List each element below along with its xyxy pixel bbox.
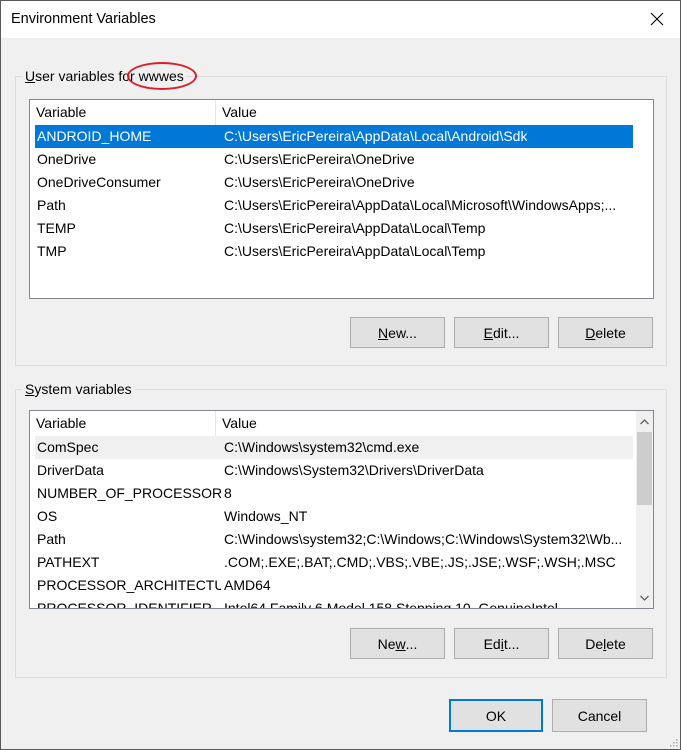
variable-value-cell: Intel64 Family 6 Model 158 Stepping 10, …	[224, 600, 558, 609]
variable-name-cell: PROCESSOR_ARCHITECTU...	[37, 577, 221, 593]
list-row[interactable]: PROCESSOR_IDENTIFIER Intel64 Family 6 Mod…	[35, 597, 633, 609]
button-text: t...	[503, 635, 520, 652]
list-row[interactable]: PROCESSOR_ARCHITECTU... AMD64	[35, 574, 633, 597]
user-variables-label: User variables for wwwes	[22, 62, 197, 90]
column-header-variable[interactable]: Variable	[30, 100, 216, 125]
variable-name-cell: Path	[37, 531, 66, 547]
mnemonic: D	[585, 324, 596, 341]
chevron-down-icon	[640, 595, 649, 601]
variable-name-cell: Path	[37, 197, 66, 213]
variable-value-cell: .COM;.EXE;.BAT;.CMD;.VBS;.VBE;.JS;.JSE;.…	[224, 554, 616, 570]
variable-value-cell: C:\Users\EricPereira\AppData\Local\Temp	[224, 220, 486, 236]
user-edit-button[interactable]: Edit...	[454, 317, 549, 348]
variable-name-cell: ANDROID_HOME	[37, 128, 152, 144]
mnemonic: N	[378, 324, 389, 341]
ok-button[interactable]: OK	[449, 699, 543, 732]
mnemonic: E	[483, 324, 493, 341]
variable-value-cell: C:\Users\EricPereira\AppData\Local\Temp	[224, 243, 486, 259]
variable-value-cell: C:\Users\EricPereira\OneDrive	[224, 174, 415, 190]
variable-name-cell: DriverData	[37, 462, 104, 478]
resize-grip-icon[interactable]	[668, 737, 678, 747]
scroll-down-button[interactable]	[636, 589, 653, 606]
column-header-value[interactable]: Value	[216, 100, 653, 125]
variable-value-cell: C:\Users\EricPereira\AppData\Local\Andro…	[224, 128, 528, 144]
variable-name-cell: PROCESSOR_IDENTIFIER	[37, 600, 213, 609]
label-text: ystem variables	[34, 381, 132, 397]
scrollbar-thumb[interactable]	[637, 432, 652, 505]
list-row[interactable]: PATHEXT .COM;.EXE;.BAT;.CMD;.VBS;.VBE;.JS…	[35, 551, 633, 574]
variable-name-cell: ComSpec	[37, 439, 99, 455]
list-row[interactable]: DriverData C:\Windows\System32\Drivers\Dr…	[35, 459, 633, 482]
column-header-value[interactable]: Value	[216, 411, 636, 436]
list-header: Variable Value	[30, 100, 653, 125]
user-delete-button[interactable]: Delete	[558, 317, 653, 348]
button-text: Ne	[377, 635, 396, 652]
list-row[interactable]: OneDriveConsumer C:\Users\EricPereira\One…	[35, 171, 633, 194]
variable-name-cell: TEMP	[37, 220, 76, 236]
system-variables-rows: ComSpec C:\Windows\system32\cmd.exe Driver…	[35, 436, 633, 609]
variable-value-cell: C:\Users\EricPereira\OneDrive	[224, 151, 415, 167]
variable-value-cell: C:\Windows\system32\cmd.exe	[224, 439, 420, 455]
variable-name-cell: TMP	[37, 243, 67, 259]
variable-value-cell: Windows_NT	[224, 508, 308, 524]
column-header-variable[interactable]: Variable	[30, 411, 216, 436]
button-text: dit...	[492, 324, 520, 341]
system-variables-list[interactable]: Variable Value ComSpec C:\Windows\system3…	[29, 410, 654, 609]
close-icon	[650, 12, 664, 26]
user-variables-list[interactable]: Variable Value ANDROID_HOME C:\Users\Eric…	[29, 99, 654, 299]
list-row[interactable]: ComSpec C:\Windows\system32\cmd.exe	[35, 436, 633, 459]
vertical-scrollbar[interactable]	[636, 411, 653, 608]
variable-value-cell: C:\Windows\System32\Drivers\DriverData	[224, 462, 484, 478]
list-row[interactable]: OS Windows_NT	[35, 505, 633, 528]
button-text: ew...	[388, 324, 417, 341]
close-button[interactable]	[634, 1, 680, 37]
button-text: elete	[595, 324, 626, 341]
variable-name-cell: OneDrive	[37, 151, 97, 167]
list-row[interactable]: Path C:\Users\EricPereira\AppData\Local\M…	[35, 194, 633, 217]
title-bar[interactable]: Environment Variables	[1, 1, 680, 38]
window-title: Environment Variables	[11, 11, 156, 27]
chevron-up-icon	[640, 418, 649, 424]
username: wwwes	[126, 62, 197, 90]
username-text: wwwes	[138, 68, 184, 84]
variable-name-cell: PATHEXT	[37, 554, 100, 570]
list-row[interactable]: NUMBER_OF_PROCESSORS 8	[35, 482, 633, 505]
system-edit-button[interactable]: Ed i t...	[454, 628, 549, 659]
mnemonic-u: U	[25, 68, 36, 84]
list-row[interactable]: Path C:\Windows\system32;C:\Windows;C:\Wi…	[35, 528, 633, 551]
variable-value-cell: 8	[224, 485, 232, 501]
variable-value-cell: C:\Windows\system32;C:\Windows;C:\Window…	[224, 531, 623, 547]
list-row[interactable]: OneDrive C:\Users\EricPereira\OneDrive	[35, 148, 633, 171]
variable-name-cell: NUMBER_OF_PROCESSORS	[37, 485, 221, 501]
list-row[interactable]: TEMP C:\Users\EricPereira\AppData\Local\T…	[35, 217, 633, 240]
variable-name-cell: OneDriveConsumer	[37, 174, 161, 190]
variable-value-cell: C:\Users\EricPereira\AppData\Local\Micro…	[224, 197, 617, 213]
environment-variables-dialog: Environment Variables User variables for…	[0, 0, 681, 750]
variable-name-cell: OS	[37, 508, 58, 524]
label-text: ser variables for	[35, 68, 139, 84]
cancel-button[interactable]: Cancel	[552, 699, 647, 732]
button-text: ...	[405, 635, 418, 652]
scroll-up-button[interactable]	[636, 413, 653, 430]
variable-value-cell: AMD64	[224, 577, 271, 593]
user-variables-rows: ANDROID_HOME C:\Users\EricPereira\AppData…	[35, 125, 633, 263]
button-text: ete	[606, 635, 626, 652]
list-row[interactable]: TMP C:\Users\EricPereira\AppData\Local\Te…	[35, 240, 633, 263]
system-delete-button[interactable]: De l ete	[558, 628, 653, 659]
mnemonic: w	[395, 635, 406, 652]
system-variables-label: System variables	[22, 380, 135, 398]
list-row[interactable]: ANDROID_HOME C:\Users\EricPereira\AppData…	[35, 125, 633, 148]
mnemonic-s: S	[25, 381, 35, 397]
list-header: Variable Value	[30, 411, 636, 436]
system-new-button[interactable]: Ne w...	[350, 628, 445, 659]
button-text: Ed	[483, 635, 501, 652]
user-new-button[interactable]: New...	[350, 317, 445, 348]
button-text: De	[585, 635, 604, 652]
